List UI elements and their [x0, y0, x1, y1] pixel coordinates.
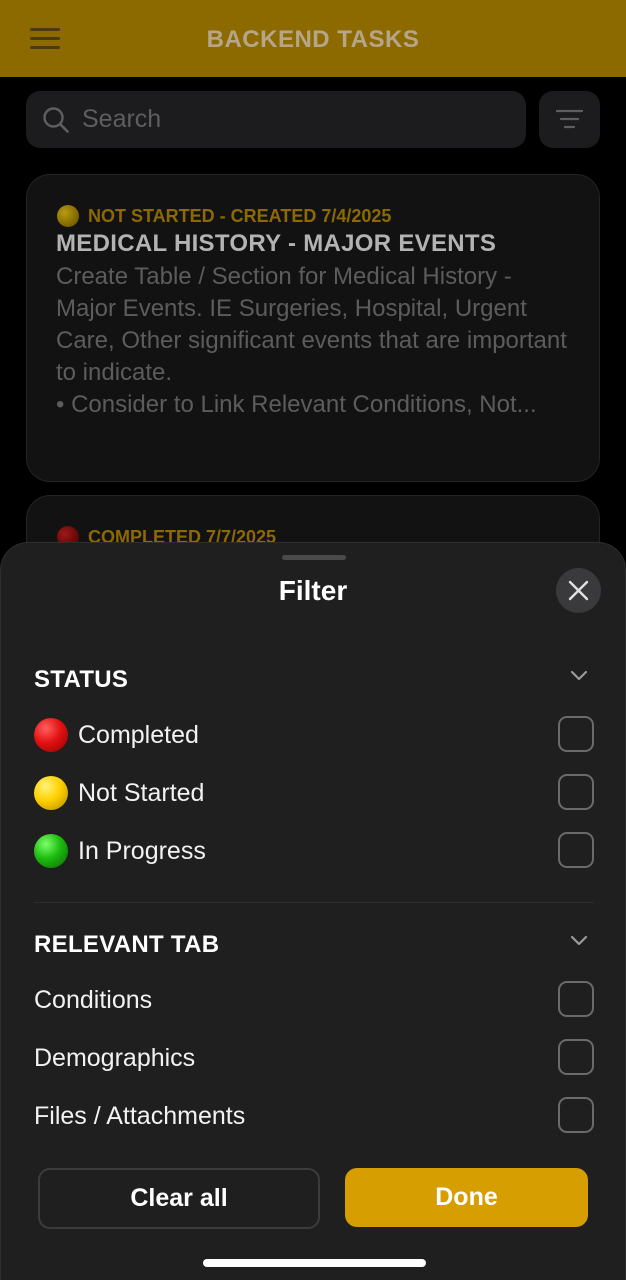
tab-option-conditions[interactable]: Conditions [34, 980, 596, 1020]
app-header: BACKEND TASKS [0, 0, 626, 77]
red-circle-icon [34, 718, 68, 752]
search-icon [43, 107, 69, 133]
relevant-tab-section-title: RELEVANT TAB [34, 931, 220, 958]
checkbox[interactable] [558, 981, 594, 1017]
task-description: Create Table / Section for Medical Histo… [56, 263, 567, 418]
task-status: NOT STARTED - CREATED 7/4/2025 [57, 205, 391, 227]
checkbox[interactable] [558, 716, 594, 752]
home-indicator[interactable] [203, 1259, 426, 1267]
task-status-text: NOT STARTED - CREATED 7/4/2025 [88, 205, 392, 226]
status-dot-icon [57, 205, 79, 227]
checkbox[interactable] [558, 774, 594, 810]
checkbox[interactable] [558, 1097, 594, 1133]
close-icon [568, 580, 589, 601]
filter-title: Filter [278, 575, 348, 606]
status-option-completed[interactable]: Completed [34, 715, 596, 755]
task-title: MEDICAL HISTORY - MAJOR EVENTS [56, 230, 497, 257]
task-card[interactable]: NOT STARTED - CREATED 7/4/2025 MEDICAL H… [26, 174, 600, 482]
filter-sheet: Filter STATUS Completed Not Started In P… [0, 542, 626, 1280]
section-divider [34, 902, 594, 903]
relevant-tab-section-header[interactable]: RELEVANT TAB [34, 923, 594, 963]
tab-option-files-attachments[interactable]: Files / Attachments [34, 1096, 596, 1136]
checkbox[interactable] [558, 1039, 594, 1075]
done-button[interactable]: Done [345, 1168, 588, 1227]
checkbox[interactable] [558, 832, 594, 868]
option-label: In Progress [78, 837, 206, 865]
yellow-circle-icon [34, 776, 68, 810]
status-option-in-progress[interactable]: In Progress [34, 831, 596, 871]
search-input[interactable] [82, 91, 512, 148]
green-circle-icon [34, 834, 68, 868]
option-label: Not Started [78, 779, 205, 807]
option-label: Files / Attachments [34, 1102, 246, 1130]
clear-all-button[interactable]: Clear all [38, 1168, 320, 1229]
filter-icon [556, 109, 583, 129]
chevron-down-icon [570, 935, 588, 946]
chevron-down-icon [570, 670, 588, 681]
filter-button[interactable] [539, 91, 600, 148]
status-section-title: STATUS [34, 666, 129, 693]
option-label: Conditions [34, 986, 153, 1014]
option-label: Completed [78, 721, 199, 749]
tab-option-demographics[interactable]: Demographics [34, 1038, 596, 1078]
status-option-not-started[interactable]: Not Started [34, 773, 596, 813]
search-bar[interactable] [26, 91, 526, 148]
status-section-header[interactable]: STATUS [34, 658, 594, 698]
page-title: BACKEND TASKS [206, 26, 420, 53]
close-button[interactable] [556, 568, 601, 613]
option-label: Demographics [34, 1044, 196, 1072]
sheet-grabber[interactable] [282, 555, 346, 560]
